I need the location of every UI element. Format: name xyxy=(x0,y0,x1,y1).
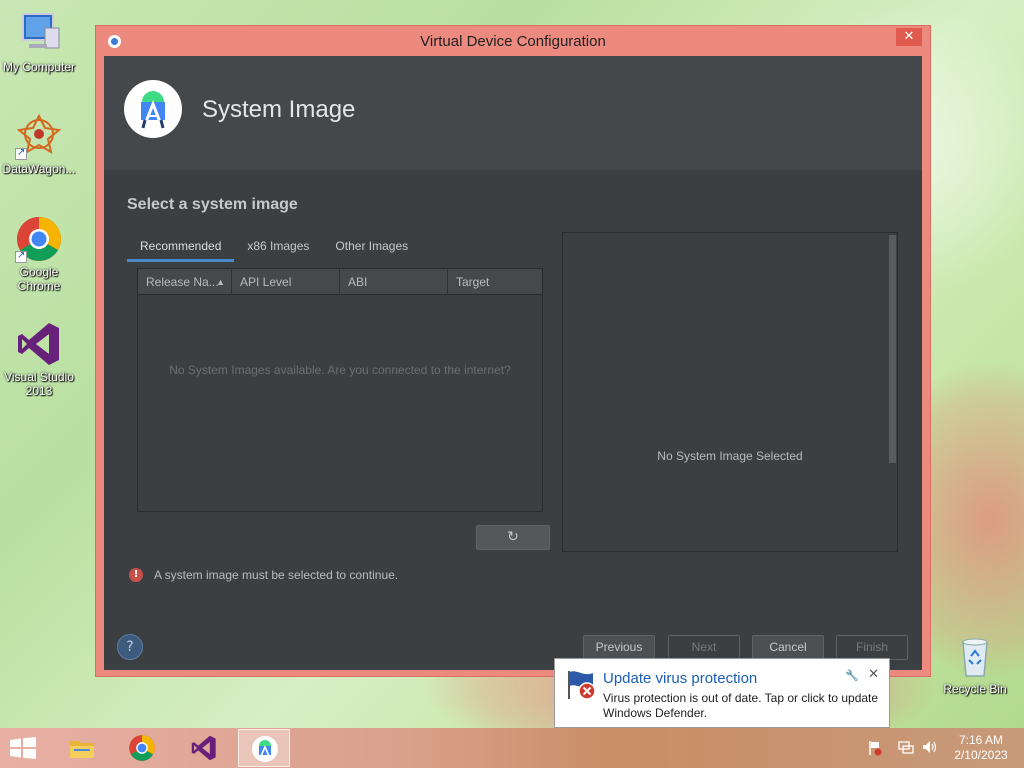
error-text: A system image must be selected to conti… xyxy=(154,568,399,582)
action-center-alert-icon[interactable] xyxy=(868,740,882,760)
desktop-icon-label: Visual Studio 2013 xyxy=(4,370,74,398)
tab-other-images[interactable]: Other Images xyxy=(322,232,421,262)
chrome-icon xyxy=(15,215,63,263)
error-icon: ! xyxy=(129,568,143,582)
start-button[interactable] xyxy=(8,737,38,759)
detail-scrollbar[interactable] xyxy=(889,235,896,463)
detail-message: No System Image Selected xyxy=(657,449,803,463)
notification-close-button[interactable]: ✕ xyxy=(868,667,879,682)
desktop-icon-label: Recycle Bin xyxy=(943,682,1007,696)
cancel-button[interactable]: Cancel xyxy=(752,635,824,660)
clock-date: 2/10/2023 xyxy=(954,748,1008,762)
desktop-icon-google-chrome[interactable]: Google Chrome xyxy=(0,215,78,293)
android-studio-logo-icon xyxy=(124,80,182,138)
desktop-icon-datawagon[interactable]: DataWagon... xyxy=(0,112,78,176)
notification-title: Update virus protection xyxy=(603,670,758,687)
window-close-button[interactable]: ✕ xyxy=(896,28,922,46)
datawagon-icon xyxy=(15,112,63,160)
desktop-icon-label: DataWagon... xyxy=(2,162,76,176)
section-title: Select a system image xyxy=(127,196,298,213)
column-header-abi[interactable]: ABI xyxy=(340,269,448,295)
refresh-button[interactable]: ↻ xyxy=(476,525,550,550)
taskbar-android-studio[interactable] xyxy=(238,729,290,767)
visual-studio-icon xyxy=(15,320,63,368)
image-tabs: Recommended x86 Images Other Images xyxy=(127,232,421,262)
dialog-header: System Image xyxy=(104,56,922,170)
desktop-icon-label: Google Chrome xyxy=(17,265,61,293)
desktop-icon-label: My Computer xyxy=(2,60,76,74)
window-titlebar[interactable]: Virtual Device Configuration ✕ xyxy=(96,26,930,56)
action-center-flag-icon xyxy=(565,669,599,701)
column-header-release-name[interactable]: Release Na... ▲ xyxy=(138,269,232,295)
finish-button[interactable]: Finish xyxy=(836,635,908,660)
page-title: System Image xyxy=(202,96,356,123)
validation-error: ! A system image must be selected to con… xyxy=(129,568,398,582)
notification-body: Virus protection is out of date. Tap or … xyxy=(603,691,879,720)
table-empty-message: No System Images available. Are you conn… xyxy=(169,363,511,377)
previous-button[interactable]: Previous xyxy=(583,635,655,660)
dialog-content: System Image Select a system image Recom… xyxy=(104,56,922,670)
column-header-api-level[interactable]: API Level xyxy=(232,269,340,295)
recycle-bin-icon xyxy=(951,632,999,680)
chrome-icon xyxy=(128,734,156,762)
taskbar-visual-studio[interactable] xyxy=(178,729,230,767)
table-header: Release Na... ▲ API Level ABI Target xyxy=(138,269,542,295)
clock-time: 7:16 AM xyxy=(958,733,1004,747)
refresh-icon: ↻ xyxy=(507,529,519,545)
desktop-icon-recycle-bin[interactable]: Recycle Bin xyxy=(936,632,1014,696)
next-button[interactable]: Next xyxy=(668,635,740,660)
taskbar-file-explorer[interactable] xyxy=(56,729,108,767)
column-header-label: Release Na... xyxy=(146,275,219,289)
taskbar-google-chrome[interactable] xyxy=(116,729,168,767)
column-header-target[interactable]: Target xyxy=(448,269,542,295)
shortcut-arrow-icon xyxy=(15,146,27,160)
shortcut-arrow-icon xyxy=(15,249,27,263)
computer-icon xyxy=(15,10,63,58)
folder-icon xyxy=(68,734,96,762)
virtual-device-configuration-window: Virtual Device Configuration ✕ System Im… xyxy=(95,25,931,677)
help-button[interactable]: ? xyxy=(117,634,143,660)
notification-settings-icon[interactable]: 🔧 xyxy=(845,669,859,682)
virus-protection-notification[interactable]: Update virus protection Virus protection… xyxy=(554,658,890,728)
desktop-icon-my-computer[interactable]: My Computer xyxy=(0,10,78,74)
window-title: Virtual Device Configuration xyxy=(420,33,606,50)
visual-studio-icon xyxy=(190,734,218,762)
network-icon[interactable] xyxy=(898,740,914,758)
volume-icon[interactable] xyxy=(922,740,938,758)
tab-recommended[interactable]: Recommended xyxy=(127,232,235,262)
sort-ascending-icon: ▲ xyxy=(216,277,225,287)
android-studio-icon xyxy=(251,735,279,763)
system-image-detail-panel: No System Image Selected xyxy=(562,232,898,552)
system-clock[interactable]: 7:16 AM 2/10/2023 xyxy=(948,733,1014,763)
desktop-icon-visual-studio[interactable]: Visual Studio 2013 xyxy=(0,320,78,398)
tab-x86-images[interactable]: x86 Images xyxy=(234,232,322,262)
system-image-table[interactable]: Release Na... ▲ API Level ABI Target No … xyxy=(137,268,543,512)
taskbar: 7:16 AM 2/10/2023 xyxy=(0,728,1024,768)
